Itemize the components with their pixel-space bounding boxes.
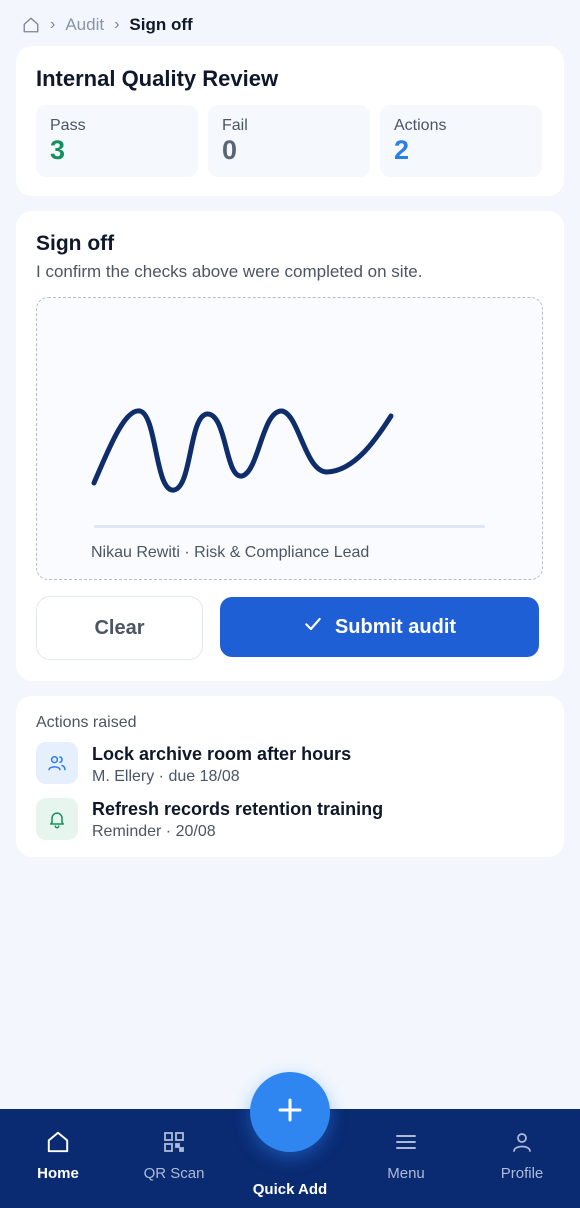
- stat-label: Pass: [50, 117, 86, 134]
- nav-label: Profile: [500, 1165, 544, 1182]
- submit-audit-button[interactable]: Submit audit: [220, 597, 539, 657]
- quick-add-label: Quick Add: [252, 1181, 328, 1198]
- nav-profile[interactable]: Profile: [464, 1109, 580, 1208]
- nav-label: QR Scan: [143, 1165, 205, 1182]
- actions-raised-card: Actions raised Lock archive room after h…: [16, 696, 564, 857]
- qr-code-icon: [162, 1129, 186, 1155]
- chevron-right-icon: ›: [50, 16, 56, 33]
- home-icon[interactable]: [22, 16, 40, 34]
- actions-heading: Actions raised: [36, 714, 137, 731]
- menu-icon: [394, 1129, 418, 1155]
- page-title: Internal Quality Review: [36, 66, 279, 91]
- breadcrumb-item-audit[interactable]: Audit: [65, 15, 104, 35]
- action-subtitle: M. Ellery · due 18/08: [92, 768, 240, 785]
- signer-caption: Nikau Rewiti · Risk & Compliance Lead: [91, 544, 370, 561]
- home-icon: [45, 1129, 71, 1155]
- stat-label: Fail: [222, 117, 248, 134]
- clear-button[interactable]: Clear: [36, 596, 203, 660]
- stat-actions: Actions 2: [380, 105, 542, 177]
- bell-icon: [36, 798, 78, 840]
- users-icon: [36, 742, 78, 784]
- chevron-right-icon: ›: [114, 16, 120, 33]
- stat-value: 0: [222, 135, 238, 165]
- action-title[interactable]: Refresh records retention training: [92, 799, 383, 820]
- signoff-card: Sign off I confirm the checks above were…: [16, 211, 564, 681]
- clear-button-label: Clear: [94, 616, 145, 639]
- nav-qr-scan[interactable]: QR Scan: [116, 1109, 232, 1208]
- plus-icon: [275, 1095, 305, 1130]
- nav-menu[interactable]: Menu: [348, 1109, 464, 1208]
- quick-add-button[interactable]: [250, 1072, 330, 1152]
- signature-stroke: [91, 408, 394, 493]
- action-title[interactable]: Lock archive room after hours: [92, 744, 351, 765]
- nav-label: Menu: [387, 1165, 425, 1182]
- checkmark-icon: [303, 614, 323, 640]
- stat-pass: Pass 3: [36, 105, 198, 177]
- stat-value: 3: [50, 135, 66, 165]
- action-subtitle: Reminder · 20/08: [92, 823, 216, 840]
- signature-pad[interactable]: Nikau Rewiti · Risk & Compliance Lead: [36, 297, 543, 580]
- user-icon: [510, 1129, 534, 1155]
- review-summary-card: Internal Quality Review Pass 3 Fail 0 Ac…: [16, 46, 564, 196]
- stat-fail: Fail 0: [208, 105, 370, 177]
- signoff-subtitle: I confirm the checks above were complete…: [36, 262, 423, 281]
- signature-baseline: [94, 525, 485, 528]
- submit-button-label: Submit audit: [334, 615, 457, 638]
- nav-label: Home: [37, 1165, 79, 1182]
- stat-value: 2: [394, 135, 410, 165]
- breadcrumb: › Audit › Sign off: [22, 14, 193, 36]
- signoff-title: Sign off: [36, 232, 115, 255]
- stat-label: Actions: [394, 117, 447, 134]
- breadcrumb-item-current: Sign off: [129, 15, 193, 34]
- nav-home[interactable]: Home: [0, 1109, 116, 1208]
